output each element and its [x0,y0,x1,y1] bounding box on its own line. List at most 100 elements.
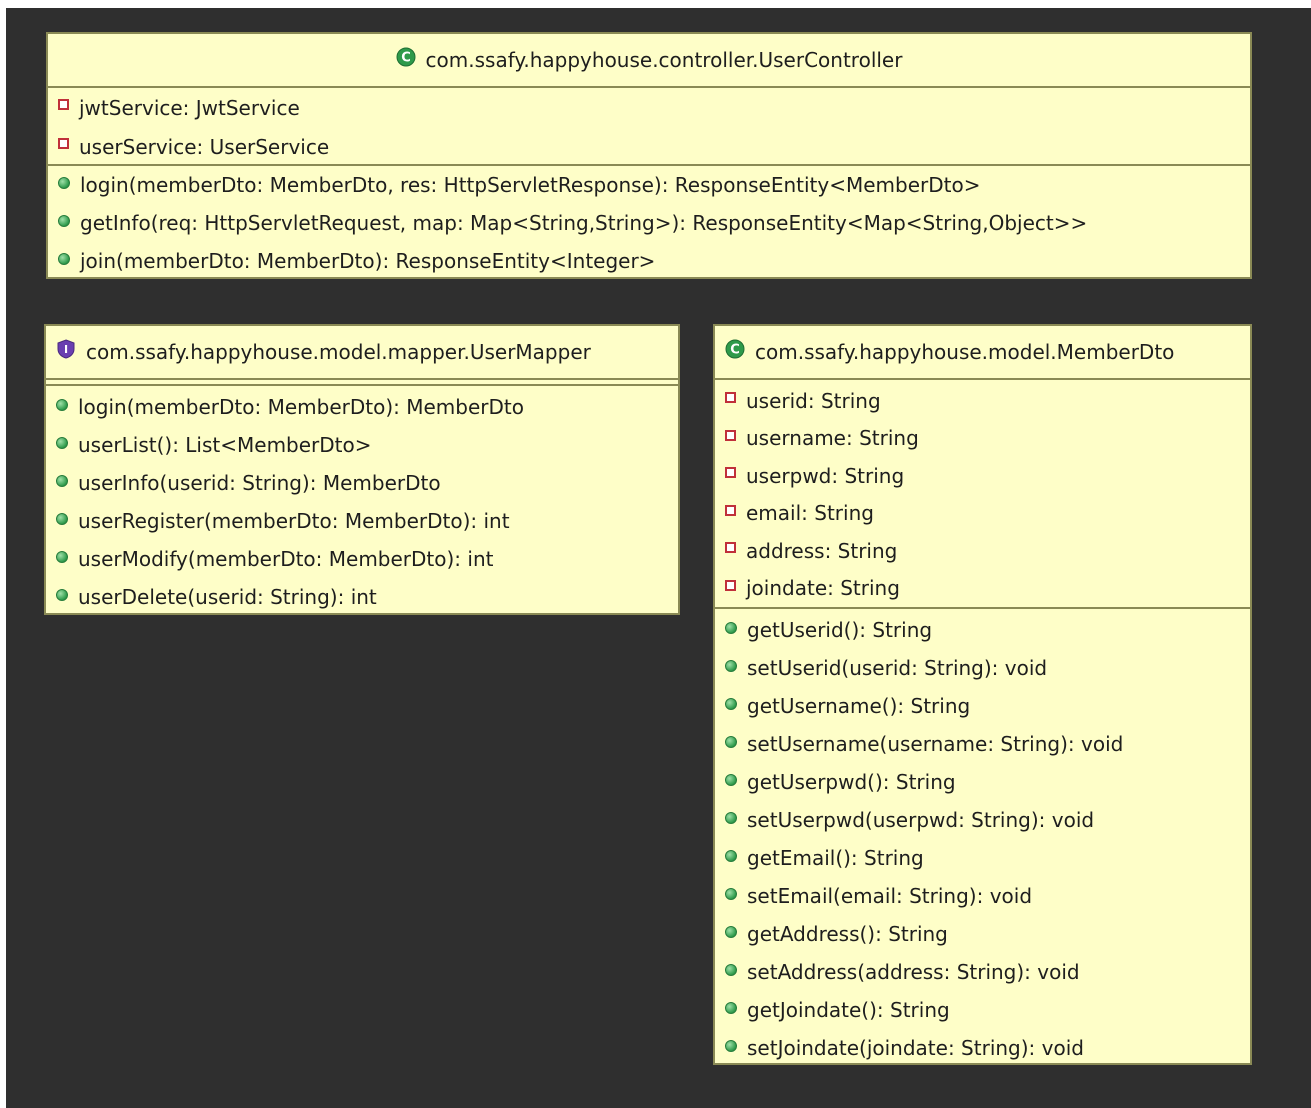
method-row[interactable]: setUsername(username: String): void [715,725,1250,763]
class-box-user-controller[interactable]: C com.ssafy.happyhouse.controller.UserCo… [46,32,1252,279]
private-field-icon [725,392,736,404]
public-method-icon [56,551,68,563]
method-row[interactable]: getEmail(): String [715,839,1250,877]
public-method-icon [725,926,737,938]
method-text: setUsername(username: String): void [747,732,1124,756]
method-row[interactable]: setEmail(email: String): void [715,877,1250,915]
field-text: jwtService: JwtService [79,95,300,120]
method-text: login(memberDto: MemberDto): MemberDto [78,395,524,419]
method-text: setEmail(email: String): void [747,884,1033,908]
public-method-icon [56,437,68,449]
field-text: email: String [746,501,874,526]
public-method-icon [56,513,68,525]
public-method-icon [725,850,737,862]
method-text: userList(): List<MemberDto> [78,433,372,457]
method-row[interactable]: getInfo(req: HttpServletRequest, map: Ma… [48,204,1250,242]
method-text: getInfo(req: HttpServletRequest, map: Ma… [80,211,1088,235]
class-box-member-dto[interactable]: C com.ssafy.happyhouse.model.MemberDto u… [713,324,1252,1065]
method-row[interactable]: setUserpwd(userpwd: String): void [715,801,1250,839]
method-row[interactable]: userList(): List<MemberDto> [46,426,678,464]
class-icon: C [725,339,745,359]
method-row[interactable]: login(memberDto: MemberDto, res: HttpSer… [48,166,1250,204]
public-method-icon [725,736,737,748]
class-box-user-mapper[interactable]: I com.ssafy.happyhouse.model.mapper.User… [44,324,680,615]
class-icon: C [396,47,416,67]
public-method-icon [725,1040,737,1052]
public-method-icon [725,1002,737,1014]
class-name: com.ssafy.happyhouse.controller.UserCont… [425,48,903,72]
svg-text:C: C [401,51,411,66]
fields-section: userid: String username: String userpwd:… [715,380,1250,609]
class-header: C com.ssafy.happyhouse.controller.UserCo… [48,34,1250,88]
methods-section: getUserid(): String setUserid(userid: St… [715,609,1250,1067]
field-text: userpwd: String [746,463,905,488]
fields-section: jwtService: JwtService userService: User… [48,88,1250,166]
method-text: getUsername(): String [747,694,971,718]
public-method-icon [725,622,737,634]
field-text: address: String [746,538,898,563]
public-method-icon [725,812,737,824]
method-text: userDelete(userid: String): int [78,585,377,609]
private-field-icon [58,99,69,110]
public-method-icon [58,177,70,189]
method-row[interactable]: userRegister(memberDto: MemberDto): int [46,502,678,540]
methods-section: login(memberDto: MemberDto, res: HttpSer… [48,166,1250,280]
method-row[interactable]: setAddress(address: String): void [715,953,1250,991]
field-row[interactable]: email: String [715,495,1250,533]
svg-text:I: I [64,343,68,356]
method-text: getEmail(): String [747,846,924,870]
method-text: getJoindate(): String [747,998,950,1022]
field-text: username: String [746,426,919,451]
public-method-icon [725,964,737,976]
method-row[interactable]: setUserid(userid: String): void [715,649,1250,687]
class-name: com.ssafy.happyhouse.model.mapper.UserMa… [86,340,591,364]
method-row[interactable]: login(memberDto: MemberDto): MemberDto [46,388,678,426]
method-text: userModify(memberDto: MemberDto): int [78,547,494,571]
method-row[interactable]: getAddress(): String [715,915,1250,953]
method-row[interactable]: getUserid(): String [715,611,1250,649]
method-row[interactable]: userModify(memberDto: MemberDto): int [46,540,678,578]
method-row[interactable]: setJoindate(joindate: String): void [715,1029,1250,1067]
field-text: userService: UserService [79,134,330,159]
field-row[interactable]: address: String [715,532,1250,570]
method-text: login(memberDto: MemberDto, res: HttpSer… [80,173,981,197]
method-text: setJoindate(joindate: String): void [747,1036,1084,1060]
private-field-icon [725,504,736,516]
method-text: setUserid(userid: String): void [747,656,1048,680]
field-row[interactable]: username: String [715,420,1250,458]
method-text: getUserpwd(): String [747,770,956,794]
method-text: setAddress(address: String): void [747,960,1080,984]
private-field-icon [58,138,69,149]
public-method-icon [725,698,737,710]
class-name: com.ssafy.happyhouse.model.MemberDto [755,340,1175,364]
method-row[interactable]: getJoindate(): String [715,991,1250,1029]
methods-section: login(memberDto: MemberDto): MemberDto u… [46,386,678,616]
field-row[interactable]: jwtService: JwtService [48,88,1250,127]
private-field-icon [725,579,736,591]
private-field-icon [725,467,736,479]
method-text: userInfo(userid: String): MemberDto [78,471,441,495]
field-row[interactable]: userpwd: String [715,457,1250,495]
method-row[interactable]: join(memberDto: MemberDto): ResponseEnti… [48,242,1250,280]
public-method-icon [725,774,737,786]
field-text: joindate: String [746,576,900,601]
method-row[interactable]: getUserpwd(): String [715,763,1250,801]
method-row[interactable]: userDelete(userid: String): int [46,578,678,616]
private-field-icon [725,542,736,554]
field-row[interactable]: joindate: String [715,570,1250,608]
svg-text:C: C [730,343,740,358]
public-method-icon [56,475,68,487]
method-row[interactable]: getUsername(): String [715,687,1250,725]
diagram-canvas: C com.ssafy.happyhouse.controller.UserCo… [6,8,1311,1108]
public-method-icon [725,888,737,900]
method-text: getAddress(): String [747,922,948,946]
public-method-icon [56,589,68,601]
field-row[interactable]: userService: UserService [48,127,1250,166]
public-method-icon [58,215,70,227]
method-text: userRegister(memberDto: MemberDto): int [78,509,510,533]
method-row[interactable]: userInfo(userid: String): MemberDto [46,464,678,502]
field-row[interactable]: userid: String [715,382,1250,420]
public-method-icon [725,660,737,672]
class-header: I com.ssafy.happyhouse.model.mapper.User… [46,326,678,380]
public-method-icon [58,253,70,265]
